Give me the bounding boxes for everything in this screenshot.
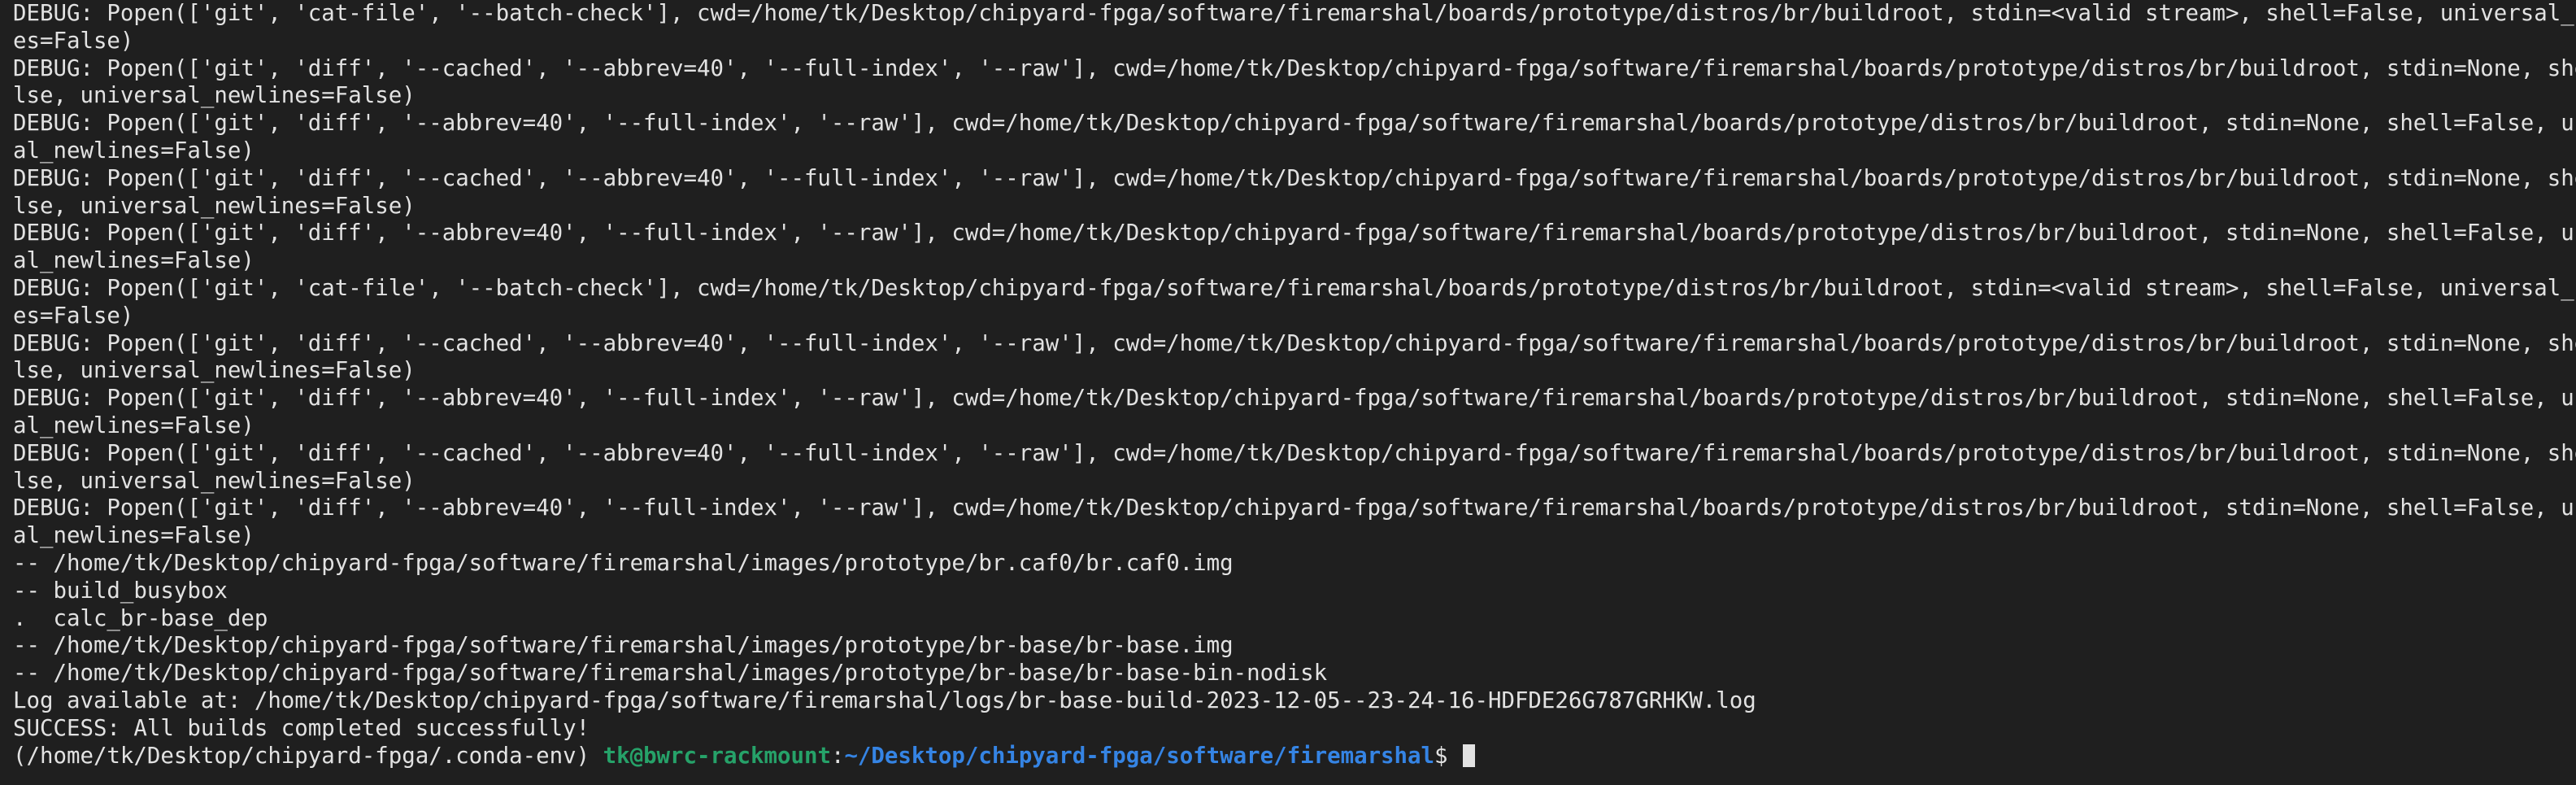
terminal-line: al_newlines=False) — [13, 523, 255, 549]
terminal-line: lse, universal_newlines=False) — [13, 193, 416, 219]
terminal-line: al_newlines=False) — [13, 137, 255, 164]
terminal-line: DEBUG: Popen(['git', 'diff', '--cached',… — [13, 165, 2576, 191]
prompt-separator: : — [830, 743, 845, 769]
terminal-line: al_newlines=False) — [13, 248, 255, 274]
terminal-line: -- /home/tk/Desktop/chipyard-fpga/softwa… — [13, 633, 1234, 659]
terminal-line: DEBUG: Popen(['git', 'diff', '--cached',… — [13, 55, 2576, 81]
terminal-line: DEBUG: Popen(['git', 'cat-file', '--batc… — [13, 275, 2576, 301]
user-host: tk@bwrc-rackmount — [603, 743, 831, 769]
terminal-line: DEBUG: Popen(['git', 'diff', '--cached',… — [13, 330, 2576, 356]
terminal-line: -- /home/tk/Desktop/chipyard-fpga/softwa… — [13, 550, 1234, 576]
terminal-output: DEBUG: Popen(['git', 'cat-file', '--batc… — [13, 0, 2576, 743]
terminal-line: -- build_busybox — [13, 578, 228, 604]
terminal-line: lse, universal_newlines=False) — [13, 83, 416, 109]
terminal-line: lse, universal_newlines=False) — [13, 468, 416, 494]
terminal-line: -- /home/tk/Desktop/chipyard-fpga/softwa… — [13, 661, 1328, 687]
prompt-symbol: $ — [1434, 743, 1462, 769]
terminal-line: es=False) — [13, 28, 134, 54]
shell-prompt[interactable]: (/home/tk/Desktop/chipyard-fpga/.conda-e… — [13, 743, 2576, 770]
terminal-line: DEBUG: Popen(['git', 'diff', '--abbrev=4… — [13, 386, 2576, 412]
terminal-line: DEBUG: Popen(['git', 'diff', '--abbrev=4… — [13, 111, 2576, 137]
terminal-window[interactable]: DEBUG: Popen(['git', 'cat-file', '--batc… — [0, 0, 2576, 785]
terminal-line: Log available at: /home/tk/Desktop/chipy… — [13, 687, 1756, 713]
text-cursor[interactable] — [1463, 744, 1476, 767]
terminal-line: DEBUG: Popen(['git', 'diff', '--cached',… — [13, 440, 2576, 466]
terminal-line: es=False) — [13, 303, 134, 329]
terminal-line: lse, universal_newlines=False) — [13, 358, 416, 384]
terminal-line: DEBUG: Popen(['git', 'cat-file', '--batc… — [13, 1, 2576, 26]
terminal-line: DEBUG: Popen(['git', 'diff', '--abbrev=4… — [13, 220, 2576, 246]
terminal-line: al_newlines=False) — [13, 412, 255, 438]
working-directory: ~/Desktop/chipyard-fpga/software/firemar… — [844, 743, 1435, 769]
terminal-line: . calc_br-base_dep — [13, 605, 268, 631]
terminal-line: DEBUG: Popen(['git', 'diff', '--abbrev=4… — [13, 495, 2576, 521]
conda-env-label: (/home/tk/Desktop/chipyard-fpga/.conda-e… — [13, 743, 603, 769]
terminal-line: SUCCESS: All builds completed successful… — [13, 715, 590, 741]
